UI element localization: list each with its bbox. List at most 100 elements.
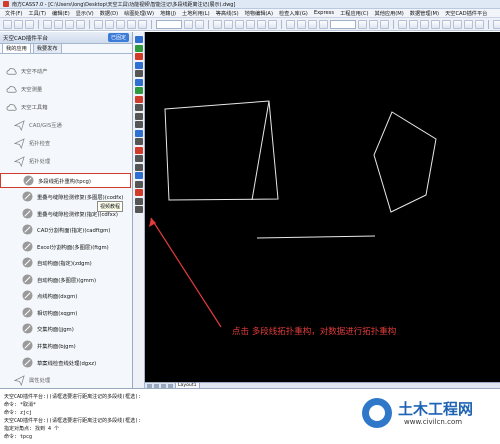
plugin-tool-item[interactable]: 自动构面(多图层)(gmm) (0, 272, 131, 287)
plugin-tool-item[interactable]: Excel分割构面(多图层)(ftgm) (0, 239, 131, 254)
toolbar-button[interactable] (246, 19, 255, 29)
vertical-tool-button[interactable] (135, 53, 143, 60)
toolbar-button[interactable] (286, 19, 295, 29)
toolbar-button[interactable] (308, 19, 317, 29)
vertical-tool-button[interactable] (135, 206, 143, 213)
vertical-tool-button[interactable] (135, 104, 143, 111)
toolbar-button[interactable] (224, 19, 233, 29)
tab-my-apps[interactable]: 我的应用 (2, 43, 31, 53)
video-tutorial-tooltip[interactable]: 视频教程 (97, 201, 124, 212)
plugin-tool-item[interactable]: 点线构面(dxgm) (0, 288, 131, 303)
toolbar-button[interactable] (369, 19, 378, 29)
toolbar-button[interactable] (76, 19, 85, 29)
menu-item[interactable]: 土地利用(L) (179, 10, 213, 17)
tab-publish[interactable]: 我要发布 (32, 43, 62, 53)
menu-item[interactable]: 工具(T) (25, 10, 49, 17)
toolbar-button[interactable] (54, 19, 63, 29)
toolbar-combo[interactable] (330, 19, 356, 29)
plugin-tool-item[interactable]: 多段线拓扑重构(tpcg) (0, 173, 131, 188)
toolbar-button[interactable] (257, 19, 266, 29)
toolbar-button[interactable] (213, 19, 222, 29)
vertical-tool-button[interactable] (135, 44, 143, 52)
menu-item[interactable]: 等高线(S) (213, 10, 242, 17)
toolbar-button[interactable] (138, 19, 147, 29)
toolbar-button[interactable] (475, 19, 484, 29)
toolbar-button[interactable] (319, 19, 328, 29)
pin-button[interactable]: 已固定 (107, 33, 129, 42)
plugin-group-item[interactable]: 天空工具箱 (0, 100, 131, 114)
toolbar-button[interactable] (409, 19, 418, 29)
plugin-tool-item[interactable]: CAD分割构面(指定)(cadftgm) (0, 222, 131, 237)
last-tab-icon[interactable] (168, 383, 173, 388)
toolbar-button[interactable] (297, 19, 306, 29)
vertical-tool-button[interactable] (135, 36, 143, 43)
toolbar-combo[interactable] (156, 19, 182, 29)
toolbar-button[interactable] (25, 19, 34, 29)
vertical-tool-button[interactable] (135, 172, 143, 179)
menu-item[interactable]: 地籍(J) (157, 10, 179, 17)
vertical-tool-button[interactable] (135, 146, 143, 154)
vertical-tool-button[interactable] (135, 87, 143, 94)
vertical-tool-button[interactable] (135, 121, 143, 128)
toolbar-button[interactable] (420, 19, 429, 29)
plugin-subgroup-item[interactable]: 拓扑检查 (0, 136, 131, 150)
menu-item[interactable]: 工程应用(C) (337, 10, 371, 17)
menu-item[interactable]: 其他应用(M) (372, 10, 407, 17)
toolbar-button[interactable] (493, 19, 500, 29)
menu-item[interactable]: 绘图处理(W) (121, 10, 157, 17)
toolbar-button[interactable] (398, 19, 407, 29)
first-tab-icon[interactable] (147, 383, 152, 388)
menu-item[interactable]: 检查入库(G) (276, 10, 311, 17)
toolbar-button[interactable] (380, 19, 389, 29)
plugin-tool-item[interactable]: 相切构面(xqgm) (0, 305, 131, 320)
next-tab-icon[interactable] (161, 383, 166, 388)
toolbar-button[interactable] (235, 19, 244, 29)
plugin-subgroup-item[interactable]: CAD/GIS互通 (0, 118, 131, 132)
menu-item[interactable]: Express (311, 10, 337, 16)
vertical-tool-button[interactable] (135, 163, 143, 171)
menu-item[interactable]: 地物编辑(A) (242, 10, 276, 17)
toolbar-button[interactable] (431, 19, 440, 29)
vertical-tool-button[interactable] (135, 95, 143, 103)
menu-item[interactable]: 数据(D) (97, 10, 121, 17)
vertical-tool-button[interactable] (135, 197, 143, 205)
plugin-subgroup-item[interactable]: 拓扑处理 (0, 154, 131, 168)
toolbar-button[interactable] (105, 19, 114, 29)
plugin-group-item[interactable]: 天空测量 (0, 82, 131, 96)
plugin-tool-item[interactable]: 交集构面(jjgm) (0, 321, 131, 336)
toolbar-button[interactable] (116, 19, 125, 29)
toolbar-button[interactable] (442, 19, 451, 29)
toolbar-button[interactable] (14, 19, 23, 29)
drawing-canvas[interactable]: 点击 多段线拓扑重构，对数据进行拓扑重构 (145, 32, 500, 382)
vertical-tool-button[interactable] (135, 61, 143, 69)
toolbar-button[interactable] (3, 19, 12, 29)
toolbar-button[interactable] (184, 19, 193, 29)
prev-tab-icon[interactable] (154, 383, 159, 388)
menu-item[interactable]: 数据管理(M) (407, 10, 442, 17)
plugin-tool-item[interactable]: 草案线检查线处理(dgxz) (0, 355, 131, 370)
toolbar-button[interactable] (195, 19, 204, 29)
vertical-tool-button[interactable] (135, 138, 143, 145)
menu-item[interactable]: 天空CAD插件平台 (442, 10, 490, 17)
toolbar-button[interactable] (268, 19, 277, 29)
toolbar-button[interactable] (127, 19, 136, 29)
plugin-tool-item[interactable]: 自动构面(指定)(zdgm) (0, 255, 131, 270)
toolbar-button[interactable] (453, 19, 462, 29)
toolbar-button[interactable] (65, 19, 74, 29)
vertical-tool-button[interactable] (135, 78, 143, 86)
vertical-tool-button[interactable] (135, 180, 143, 188)
menu-item[interactable]: 编辑(E) (49, 10, 73, 17)
vertical-tool-button[interactable] (135, 189, 143, 196)
vertical-tool-button[interactable] (135, 129, 143, 137)
plugin-group-item[interactable]: 天空不动产 (0, 64, 131, 78)
toolbar-button[interactable] (464, 19, 473, 29)
vertical-tool-button[interactable] (135, 155, 143, 162)
vertical-tool-button[interactable] (135, 112, 143, 120)
toolbar-button[interactable] (43, 19, 52, 29)
toolbar-button[interactable] (94, 19, 103, 29)
toolbar-button[interactable] (358, 19, 367, 29)
menu-item[interactable]: 显示(V) (73, 10, 97, 17)
plugin-tool-item[interactable]: 并集构面(bjgm) (0, 338, 131, 353)
plugin-subgroup-item[interactable]: 属性处理 (0, 373, 131, 387)
vertical-tool-button[interactable] (135, 70, 143, 77)
